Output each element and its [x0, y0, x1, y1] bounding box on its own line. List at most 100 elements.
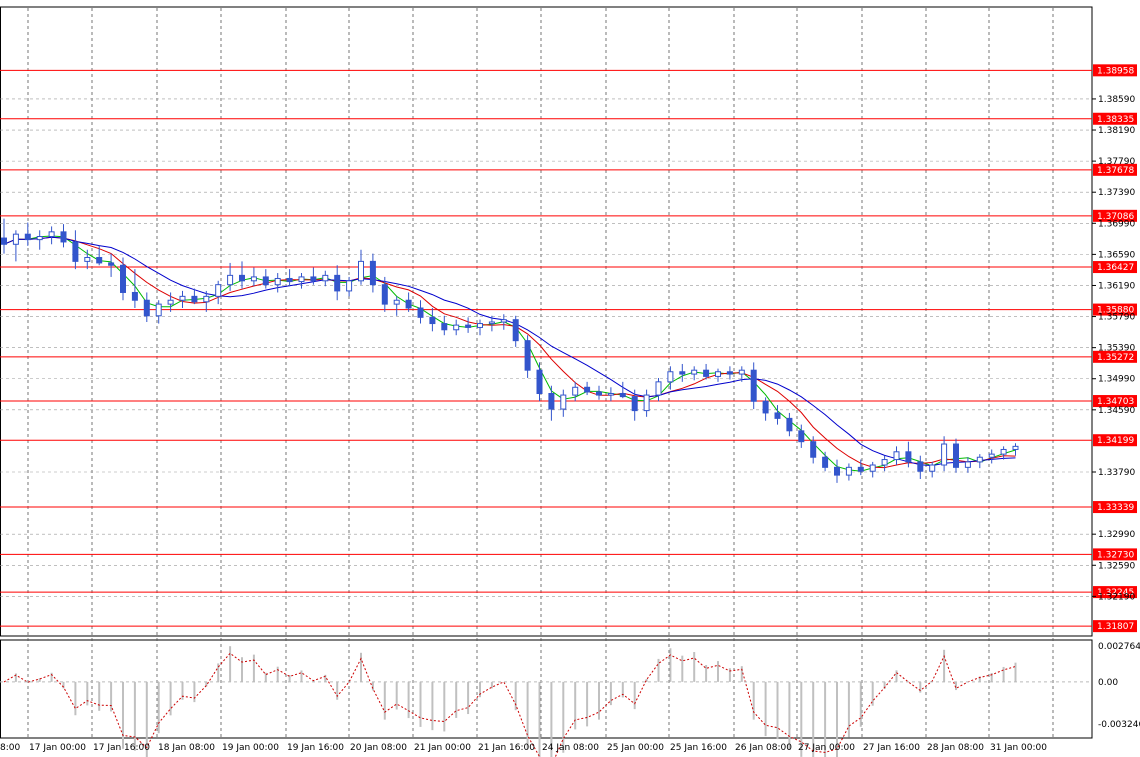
candle-body	[465, 324, 472, 328]
candle-body	[667, 371, 674, 383]
candle-body	[596, 391, 602, 396]
time-tick-label: 27 Jan 16:00	[863, 743, 920, 753]
candle-body	[512, 319, 519, 342]
candle-body	[845, 466, 852, 476]
candle-body	[84, 256, 91, 262]
candle-body	[1000, 448, 1007, 455]
price-tick-label: 1.35790	[1098, 313, 1135, 323]
time-tick-label: 18 Jan 08:00	[158, 743, 215, 753]
candle-body	[274, 277, 281, 286]
time-tick-label: 21 Jan 16:00	[478, 743, 535, 753]
candle-body	[810, 441, 817, 458]
candle-body	[369, 260, 376, 286]
time-tick-label: 27 Jan 00:00	[798, 743, 855, 753]
time-tick-label: 26 Jan 08:00	[735, 743, 792, 753]
level-label: 1.38958	[1097, 66, 1134, 76]
candle-body	[953, 443, 959, 468]
price-tick-label: 1.38190	[1098, 126, 1135, 136]
candle-body	[239, 274, 245, 282]
candle-body	[262, 276, 269, 286]
candle-body	[120, 264, 126, 293]
candle-body	[131, 291, 138, 301]
price-tick-label: 1.32990	[1098, 530, 1135, 540]
candle-body	[988, 453, 995, 458]
candle-body	[929, 464, 936, 472]
candle-body	[453, 324, 460, 331]
candle-body	[298, 276, 305, 283]
price-tick-label: 1.36590	[1098, 250, 1135, 260]
candle-body	[310, 276, 317, 282]
candle-body	[643, 394, 650, 412]
forex-chart[interactable]: 1.389581.383351.376781.370861.364271.358…	[0, 0, 1140, 757]
candle-body	[96, 256, 103, 264]
price-tick-label: 1.37790	[1098, 157, 1135, 167]
candle-body	[834, 466, 840, 476]
candle-body	[738, 369, 745, 375]
time-tick-label: 19 Jan 16:00	[287, 743, 344, 753]
candle-body	[869, 464, 876, 472]
candle-body	[417, 307, 424, 318]
level-label: 1.33339	[1097, 503, 1134, 513]
candle-body	[560, 394, 567, 410]
candle-body	[191, 295, 198, 303]
candle-body	[12, 233, 19, 245]
candle-body	[762, 400, 769, 414]
time-tick-label: 25 Jan 00:00	[607, 743, 664, 753]
candle-body	[250, 276, 257, 282]
candle-body	[750, 369, 757, 402]
candle-body	[536, 369, 543, 395]
candle-body	[143, 299, 150, 317]
level-label: 1.37678	[1097, 166, 1134, 176]
price-tick-label: 1.34990	[1098, 375, 1135, 385]
candle-body	[60, 231, 67, 243]
candle-body	[548, 393, 555, 410]
time-tick-label: 8:00	[0, 743, 20, 753]
candle-body	[976, 456, 983, 463]
price-tick-label: 1.35390	[1098, 344, 1135, 354]
price-tick-label: 1.32190	[1098, 592, 1135, 602]
level-label: 1.35272	[1097, 353, 1134, 363]
candle-body	[679, 371, 686, 375]
level-label: 1.32730	[1097, 550, 1134, 560]
candle-body	[941, 443, 948, 466]
candle-body	[572, 386, 579, 396]
candle-body	[334, 274, 341, 292]
candle-body	[524, 340, 531, 371]
candle-body	[203, 295, 210, 303]
candle-body	[346, 280, 353, 292]
candle-body	[72, 241, 79, 262]
level-label: 1.34199	[1097, 436, 1134, 446]
time-tick-label: 31 Jan 00:00	[990, 743, 1047, 753]
candle-body	[893, 451, 900, 461]
candle-body	[24, 233, 31, 241]
candle-body	[358, 260, 364, 282]
candle-body	[703, 369, 710, 377]
time-tick-label: 24 Jan 08:00	[542, 743, 599, 753]
candle-body	[857, 466, 864, 472]
candle-body	[477, 323, 483, 328]
candle-body	[619, 393, 626, 398]
candle-body	[322, 274, 329, 282]
candle-body	[1012, 445, 1019, 450]
candle-body	[488, 321, 495, 325]
level-label: 1.36427	[1097, 263, 1134, 273]
candle-body	[179, 295, 186, 301]
candle-body	[881, 459, 888, 466]
candle-body	[917, 461, 924, 472]
candle-body	[393, 299, 400, 305]
candle-body	[167, 299, 174, 305]
candle-body	[1, 237, 7, 245]
candle-body	[607, 393, 614, 396]
candle-body	[655, 381, 662, 396]
indicator-tick-label: 0.002764	[1098, 642, 1140, 652]
price-tick-label: 1.38590	[1098, 95, 1135, 105]
time-tick-label: 17 Jan 16:00	[93, 743, 150, 753]
price-tick-label: 1.37390	[1098, 188, 1135, 198]
price-tick-label: 1.34590	[1098, 406, 1135, 416]
candle-body	[786, 417, 793, 432]
price-tick-label: 1.36190	[1098, 281, 1135, 291]
candle-body	[798, 430, 805, 443]
candle-body	[108, 262, 115, 266]
candle-body	[155, 303, 162, 317]
candle-body	[215, 284, 222, 297]
